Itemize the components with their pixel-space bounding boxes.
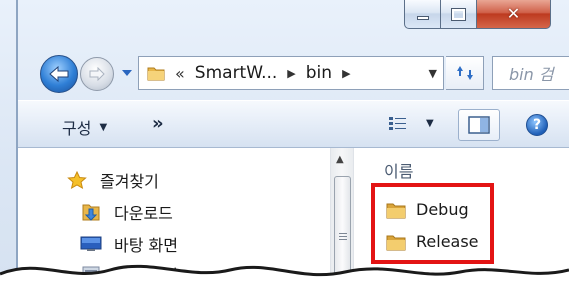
address-bar[interactable]: « SmartW... ▶ bin ▶ ▼ xyxy=(138,56,444,90)
folder-icon xyxy=(386,235,406,250)
forward-arrow-icon xyxy=(89,67,105,81)
organize-label: 구성 xyxy=(62,119,92,138)
breadcrumb-item[interactable]: bin xyxy=(306,63,332,83)
chevron-down-icon: ▼ xyxy=(426,117,434,129)
folder-icon xyxy=(386,203,406,218)
file-name: Debug xyxy=(416,200,469,219)
back-button[interactable] xyxy=(40,55,78,93)
recent-pages-dropdown[interactable] xyxy=(120,66,134,80)
preview-pane-icon xyxy=(468,116,490,134)
breadcrumb-separator-icon[interactable]: ▶ xyxy=(342,67,350,80)
close-icon: ✕ xyxy=(506,4,521,23)
downloads-folder-icon xyxy=(80,202,102,222)
chevron-down-icon xyxy=(122,70,132,76)
column-header-name[interactable]: 이름 xyxy=(384,158,413,182)
nav-item-label: 즐겨찾기 xyxy=(100,172,159,191)
scroll-up-icon[interactable]: ▲ xyxy=(336,154,344,165)
nav-item-downloads[interactable]: 다운로드 xyxy=(80,200,173,224)
search-placeholder: bin 검 xyxy=(509,65,554,84)
folder-icon xyxy=(147,67,165,81)
refresh-button[interactable] xyxy=(446,56,484,90)
close-button[interactable]: ✕ xyxy=(477,0,551,29)
breadcrumb-overflow[interactable]: « xyxy=(175,64,185,83)
search-input[interactable]: bin 검 xyxy=(492,56,569,90)
desktop-icon xyxy=(80,234,102,254)
change-view-button[interactable]: ▼ xyxy=(388,115,434,131)
preview-pane-button[interactable] xyxy=(458,109,500,141)
minimize-button[interactable] xyxy=(404,0,441,29)
maximize-icon xyxy=(451,7,466,21)
nav-item-label: 다운로드 xyxy=(114,204,173,223)
nav-item-favorites[interactable]: 즐겨찾기 xyxy=(66,168,159,192)
file-name: Release xyxy=(416,232,479,251)
command-bar: 구성 ▼ » ▼ ? xyxy=(18,100,569,148)
file-item-debug[interactable]: Debug xyxy=(386,200,469,219)
caption-buttons: ✕ xyxy=(404,0,556,30)
breadcrumb-separator-icon[interactable]: ▶ xyxy=(287,67,295,80)
forward-button[interactable] xyxy=(80,57,114,91)
breadcrumb-item[interactable]: SmartW... xyxy=(195,63,278,83)
explorer-window: ✕ « SmartW... ▶ bin ▶ ▼ bin 검 구성 ▼ » ▼ ?… xyxy=(0,0,569,283)
organize-menu[interactable]: 구성 ▼ xyxy=(62,115,107,139)
refresh-icon xyxy=(456,66,473,80)
help-icon: ? xyxy=(532,117,542,133)
address-dropdown-icon[interactable]: ▼ xyxy=(429,67,437,80)
more-commands-button[interactable]: » xyxy=(152,113,164,134)
chevron-down-icon: ▼ xyxy=(99,121,108,133)
torn-edge-decoration xyxy=(0,264,569,283)
star-icon xyxy=(66,170,88,190)
back-arrow-icon xyxy=(49,65,69,83)
maximize-button[interactable] xyxy=(441,0,477,29)
minimize-icon xyxy=(416,16,429,20)
help-button[interactable]: ? xyxy=(526,114,548,136)
file-item-release[interactable]: Release xyxy=(386,232,479,251)
view-list-icon xyxy=(389,117,406,130)
thumb-grip-icon xyxy=(339,233,347,240)
